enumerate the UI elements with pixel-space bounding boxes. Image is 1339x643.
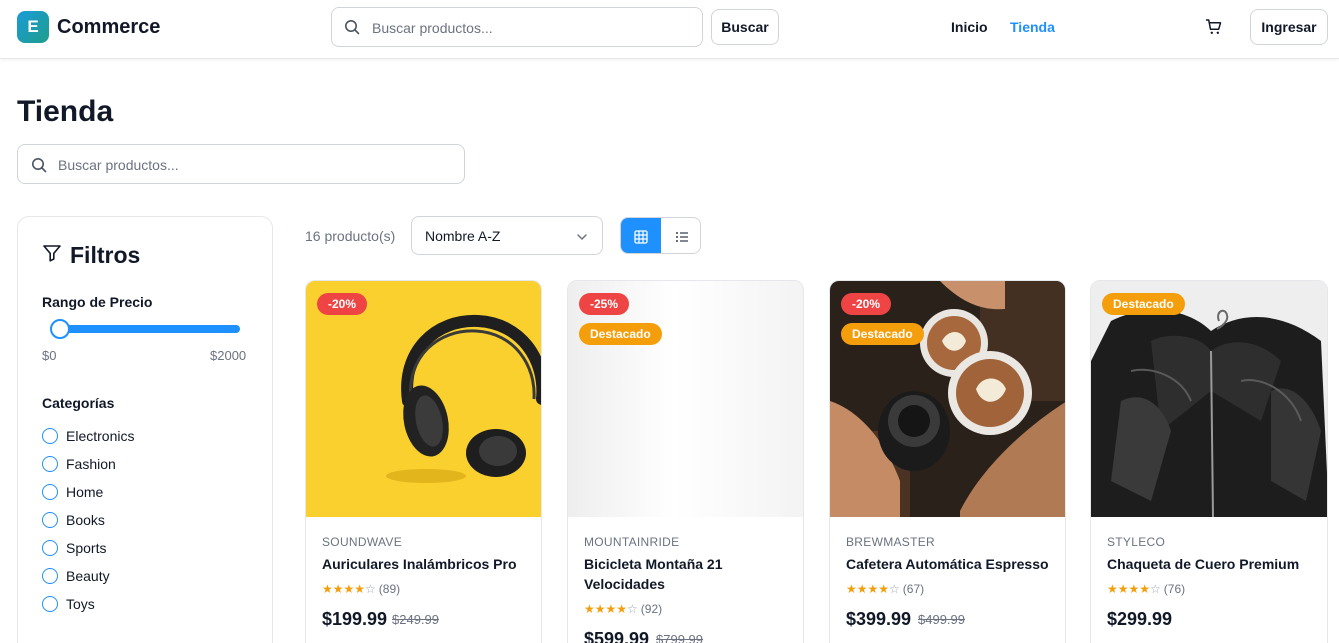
product-card[interactable]: -20% SOUNDWAVE Auriculares Inalámbricos … xyxy=(305,280,542,643)
product-image-coffee[interactable] xyxy=(830,281,1065,517)
product-count: 16 producto(s) xyxy=(305,228,396,244)
shop-search-box xyxy=(17,144,465,184)
price-max-label: $2000 xyxy=(210,348,247,363)
category-label: Books xyxy=(66,512,105,528)
search-button[interactable]: Buscar xyxy=(711,9,779,45)
top-header: E Commerce Buscar Inicio Tienda Ingresar xyxy=(0,0,1339,59)
product-rating: ★★★★☆ (92) xyxy=(584,602,662,616)
star-rating-icon: ★★★★☆ xyxy=(584,602,638,616)
cart-icon[interactable] xyxy=(1205,18,1223,36)
header-search-input[interactable] xyxy=(372,17,692,39)
nav-link-inicio[interactable]: Inicio xyxy=(951,19,988,35)
product-rating: ★★★★☆ (67) xyxy=(846,582,924,596)
product-price: $599.99 xyxy=(584,629,650,643)
product-old-price: $249.99 xyxy=(392,612,439,627)
jacket-image xyxy=(1091,281,1327,517)
category-toys[interactable]: Toys xyxy=(42,594,95,614)
price-slider-thumb[interactable] xyxy=(50,319,70,339)
filters-title: Filtros xyxy=(70,242,141,268)
product-price: $399.99 xyxy=(846,609,912,629)
category-label: Toys xyxy=(66,596,95,612)
radio-button[interactable] xyxy=(42,596,58,612)
product-old-price: $799.99 xyxy=(656,632,703,643)
review-count: (92) xyxy=(640,602,663,616)
product-rating: ★★★★☆ (89) xyxy=(322,582,400,596)
star-rating-icon: ★★★★☆ xyxy=(1107,582,1161,596)
sort-value: Nombre A-Z xyxy=(425,228,501,244)
sort-select[interactable]: Nombre A-Z xyxy=(411,216,603,255)
headphones-image xyxy=(306,281,541,517)
radio-button[interactable] xyxy=(42,428,58,444)
product-old-price: $499.99 xyxy=(918,612,965,627)
price-min-label: $0 xyxy=(42,348,57,363)
category-label: Home xyxy=(66,484,104,500)
review-count: (89) xyxy=(378,582,401,596)
product-brand: SOUNDWAVE xyxy=(322,535,403,549)
filter-icon xyxy=(43,245,61,262)
review-count: (67) xyxy=(902,582,925,596)
featured-badge: Destacado xyxy=(579,323,662,345)
view-toggle xyxy=(620,217,701,254)
bicycle-image xyxy=(568,281,803,517)
list-icon xyxy=(675,231,688,242)
filters-panel: Filtros Rango de Precio $0 $2000 Categor… xyxy=(17,216,273,643)
product-card[interactable]: -25% Destacado MOUNTAINRIDE Bicicleta Mo… xyxy=(567,280,804,643)
product-name[interactable]: Bicicleta Montaña 21 Velocidades xyxy=(584,554,789,594)
radio-button[interactable] xyxy=(42,456,58,472)
product-brand: STYLECO xyxy=(1107,535,1166,549)
login-button[interactable]: Ingresar xyxy=(1250,9,1328,45)
product-price: $199.99 xyxy=(322,609,388,629)
star-rating-icon: ★★★★☆ xyxy=(322,582,376,596)
radio-button[interactable] xyxy=(42,540,58,556)
category-books[interactable]: Books xyxy=(42,510,105,530)
category-label: Fashion xyxy=(66,456,116,472)
header-search-box xyxy=(331,7,703,47)
product-name[interactable]: Auriculares Inalámbricos Pro xyxy=(322,554,527,574)
categories-label: Categorías xyxy=(42,395,115,411)
search-icon xyxy=(345,20,360,35)
category-electronics[interactable]: Electronics xyxy=(42,426,134,446)
product-name[interactable]: Chaqueta de Cuero Premium xyxy=(1107,554,1312,574)
grid-view-button[interactable] xyxy=(621,218,661,253)
category-label: Beauty xyxy=(66,568,110,584)
product-card[interactable]: Destacado STYLECO Chaqueta de Cuero Prem… xyxy=(1090,280,1328,643)
featured-badge: Destacado xyxy=(841,323,924,345)
discount-badge: -20% xyxy=(317,293,368,315)
product-image-headphones[interactable] xyxy=(306,281,541,517)
list-view-button[interactable] xyxy=(661,218,700,253)
product-rating: ★★★★☆ (76) xyxy=(1107,582,1185,596)
shop-search-input[interactable] xyxy=(58,154,458,176)
discount-badge: -20% xyxy=(841,293,892,315)
review-count: (76) xyxy=(1163,582,1186,596)
star-rating-icon: ★★★★☆ xyxy=(846,582,900,596)
product-brand: BREWMASTER xyxy=(846,535,936,549)
page-title: Tienda xyxy=(17,95,114,128)
product-image-bicycle[interactable] xyxy=(568,281,803,517)
radio-button[interactable] xyxy=(42,484,58,500)
product-price: $299.99 xyxy=(1107,609,1173,629)
coffee-image xyxy=(830,281,1065,517)
category-beauty[interactable]: Beauty xyxy=(42,566,110,586)
discount-badge: -25% xyxy=(579,293,630,315)
grid-icon xyxy=(634,229,648,244)
featured-badge: Destacado xyxy=(1102,293,1185,315)
category-label: Sports xyxy=(66,540,107,556)
category-fashion[interactable]: Fashion xyxy=(42,454,116,474)
category-sports[interactable]: Sports xyxy=(42,538,106,558)
price-slider-track[interactable] xyxy=(52,325,240,333)
category-label: Electronics xyxy=(66,428,135,444)
category-home[interactable]: Home xyxy=(42,482,103,502)
chevron-down-icon xyxy=(577,234,587,240)
search-icon xyxy=(32,158,47,173)
product-image-jacket[interactable] xyxy=(1091,281,1327,517)
price-range-label: Rango de Precio xyxy=(42,294,153,310)
brand-name[interactable]: Commerce xyxy=(57,16,160,39)
product-brand: MOUNTAINRIDE xyxy=(584,535,680,549)
product-card[interactable]: -20% Destacado BREWMASTER Cafetera Autom… xyxy=(829,280,1066,643)
nav-link-tienda[interactable]: Tienda xyxy=(1010,19,1055,35)
radio-button[interactable] xyxy=(42,568,58,584)
product-name[interactable]: Cafetera Automática Espresso xyxy=(846,554,1051,574)
logo-icon[interactable]: E xyxy=(17,11,49,43)
radio-button[interactable] xyxy=(42,512,58,528)
